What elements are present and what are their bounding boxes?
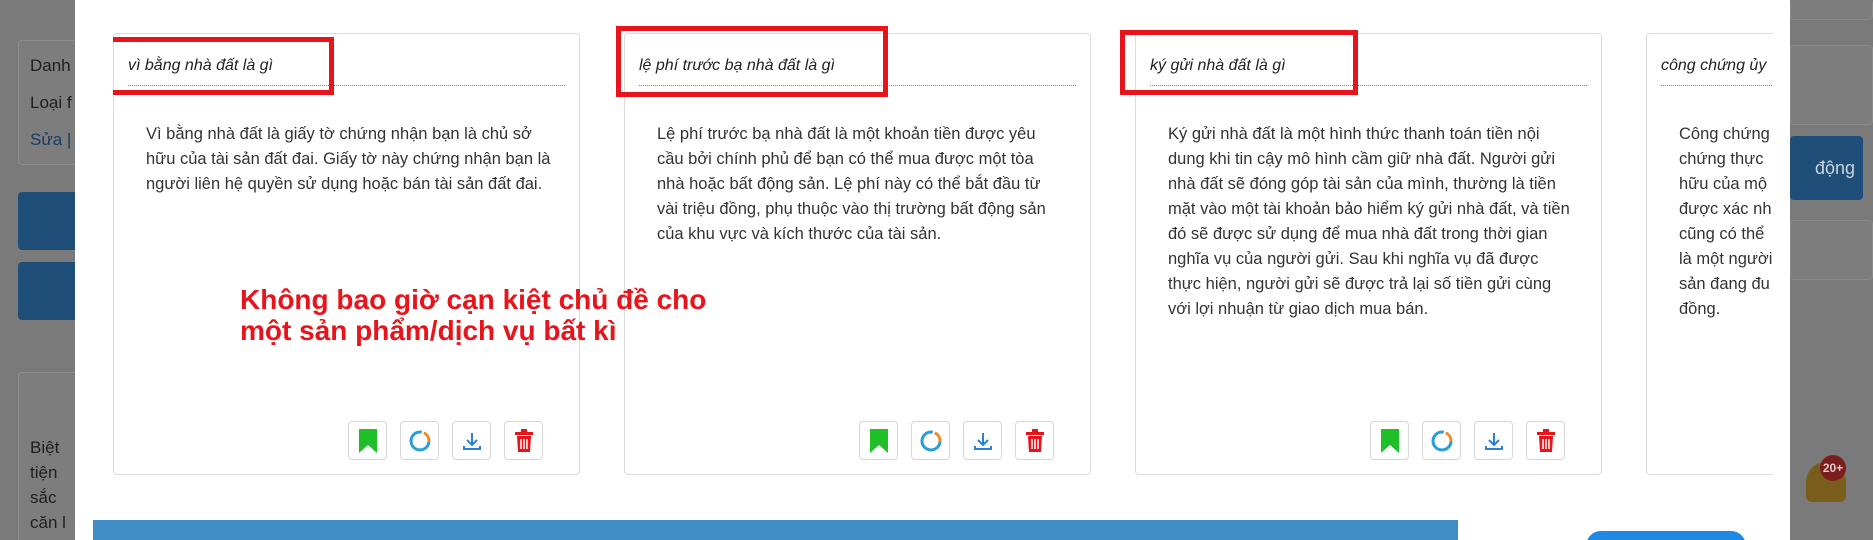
- background-card-1: [1790, 45, 1873, 125]
- topic-card: vì bằng nhà đất là gì Vì bằng nhà đất là…: [113, 33, 580, 475]
- topic-card-title: công chứng ủy: [1661, 52, 1773, 86]
- bookmark-icon: [869, 428, 888, 453]
- background-edit-link: Sửa |: [30, 130, 72, 149]
- card-actions: [1370, 421, 1565, 460]
- refresh-icon: [409, 430, 430, 451]
- background-left-panel: Danh Loại f Sửa | Biệt tiện sắc căn l: [0, 0, 88, 540]
- delete-button[interactable]: [504, 421, 543, 460]
- refresh-icon: [920, 430, 941, 451]
- download-icon: [462, 432, 481, 450]
- bookmark-icon: [358, 428, 377, 453]
- background-snippet-2: tiện: [30, 463, 58, 482]
- topic-card-body: Công chứng chứng thực hữu của mộ được xá…: [1679, 125, 1773, 318]
- delete-button[interactable]: [1526, 421, 1565, 460]
- bottom-bar: [93, 520, 1458, 540]
- background-action-button: động: [1790, 136, 1863, 200]
- bookmark-button[interactable]: [1370, 421, 1409, 460]
- download-button[interactable]: [1474, 421, 1513, 460]
- bookmark-icon: [1380, 428, 1399, 453]
- trash-icon: [1536, 428, 1555, 452]
- download-icon: [973, 432, 992, 450]
- bookmark-button[interactable]: [348, 421, 387, 460]
- background-snippet-4: căn l: [30, 513, 66, 532]
- highlight-box: [1120, 30, 1358, 95]
- annotation-line-1: Không bao giờ cạn kiệt chủ đề cho: [240, 284, 707, 315]
- topic-card: công chứng ủy Công chứng chứng thực hữu …: [1646, 33, 1773, 475]
- trash-icon: [1025, 428, 1044, 452]
- download-button[interactable]: [452, 421, 491, 460]
- refresh-button[interactable]: [400, 421, 439, 460]
- background-snippet-3: sắc: [30, 488, 57, 507]
- floating-action-button[interactable]: [1586, 531, 1746, 540]
- cards-carousel[interactable]: vì bằng nhà đất là gì Vì bằng nhà đất là…: [113, 0, 1773, 520]
- highlight-box: [616, 26, 888, 97]
- download-button[interactable]: [963, 421, 1002, 460]
- highlight-box: [113, 37, 334, 95]
- download-icon: [1484, 432, 1503, 450]
- refresh-button[interactable]: [911, 421, 950, 460]
- background-text-1: Danh: [30, 56, 71, 75]
- background-card-top: [1790, 0, 1873, 20]
- card-actions: [348, 421, 543, 460]
- background-snippet-1: Biệt: [30, 438, 60, 457]
- refresh-button[interactable]: [1422, 421, 1461, 460]
- topic-card-body: Vì bằng nhà đất là giấy tờ chứng nhận bạ…: [146, 125, 551, 193]
- annotation-line-2: một sản phẩm/dịch vụ bất kì: [240, 315, 617, 346]
- notification-badge: 20+: [1820, 455, 1846, 481]
- suggestion-modal: vì bằng nhà đất là gì Vì bằng nhà đất là…: [75, 0, 1790, 540]
- background-card-2: [1790, 220, 1873, 280]
- annotation-text: Không bao giờ cạn kiệt chủ đề cho một sả…: [240, 284, 706, 346]
- topic-card-body: Lệ phí trước bạ nhà đất là một khoản tiề…: [657, 125, 1046, 243]
- topic-card: ký gửi nhà đất là gì Ký gửi nhà đất là m…: [1135, 33, 1602, 475]
- delete-button[interactable]: [1015, 421, 1054, 460]
- topic-card-body: Ký gửi nhà đất là một hình thức thanh to…: [1168, 125, 1570, 318]
- card-actions: [859, 421, 1054, 460]
- trash-icon: [514, 428, 533, 452]
- bookmark-button[interactable]: [859, 421, 898, 460]
- topic-card: lệ phí trước bạ nhà đất là gì Lệ phí trư…: [624, 33, 1091, 475]
- refresh-icon: [1431, 430, 1452, 451]
- background-text-2: Loại f: [30, 93, 72, 112]
